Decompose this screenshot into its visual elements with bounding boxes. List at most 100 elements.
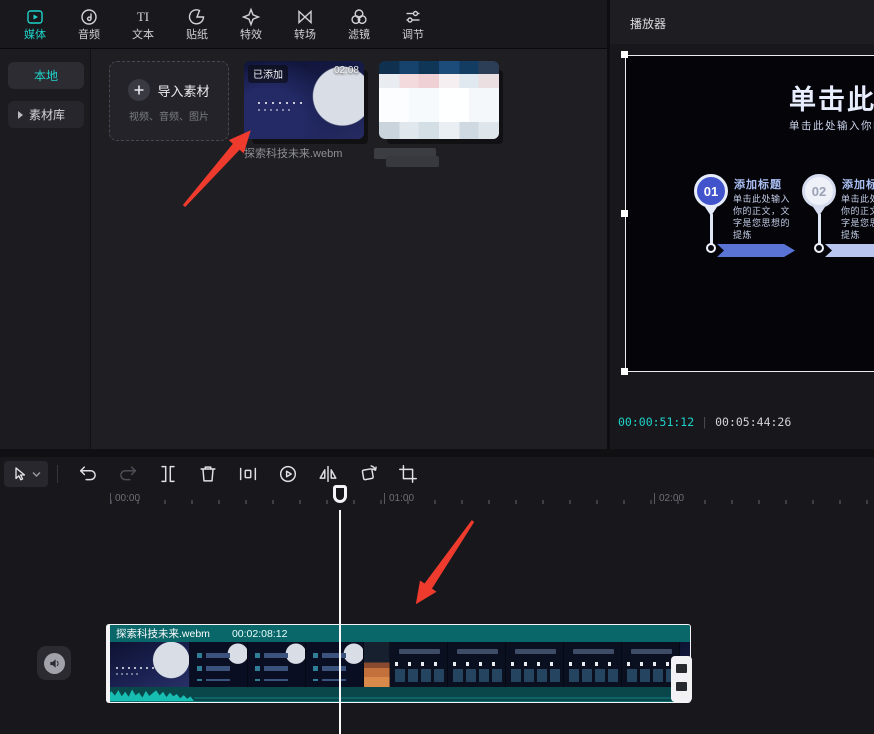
tab-effects-label: 特效: [240, 30, 262, 41]
clip-trim-handle-right[interactable]: [671, 656, 692, 702]
import-subtitle: 视频、音频、图片: [129, 108, 209, 123]
sticker-icon: [187, 7, 207, 27]
thumbnail-duration: 02:08: [334, 65, 359, 76]
timecode-display: 00:00:51:12 | 00:05:44:26: [618, 415, 791, 429]
timeline-clip[interactable]: 探索科技未来.webm 00:02:08:12: [107, 624, 691, 703]
tab-text[interactable]: TI 文本: [116, 0, 170, 48]
import-title: 导入素材: [157, 81, 209, 100]
marker-dot: [706, 243, 716, 253]
undo-button[interactable]: [76, 462, 100, 486]
tab-audio[interactable]: 音频: [62, 0, 116, 48]
clip-filmstrip: [108, 642, 690, 687]
mosaic-row: [379, 74, 499, 87]
timeline-panel: 00:00 01:00 02:00 探索科技未来.webm 00:02:08:1…: [0, 449, 874, 734]
split-button[interactable]: [156, 462, 180, 486]
tab-audio-label: 音频: [78, 30, 100, 41]
preview-canvas[interactable]: 单击此处 单击此处输入你的 01 添加标题 单击此处输入你的正文，文字是您思想的…: [625, 55, 874, 372]
svg-text:TI: TI: [137, 9, 149, 24]
preview-resize-handle[interactable]: [621, 368, 628, 375]
crop-button[interactable]: [396, 462, 420, 486]
track-mute-button[interactable]: [37, 646, 71, 680]
tab-filter-label: 滤镜: [348, 30, 370, 41]
marker-pin: 01: [694, 174, 728, 208]
tab-adjust-label: 调节: [402, 30, 424, 41]
preview-heading: 单击此处: [789, 78, 874, 117]
marker-pin: 02: [802, 174, 836, 208]
redo-button[interactable]: [116, 462, 140, 486]
tab-text-label: 文本: [132, 30, 154, 41]
film-frame: [564, 642, 622, 687]
tab-filter[interactable]: 滤镜: [332, 0, 386, 48]
media-panel: 导入素材 视频、音频、图片 已添加 02:08 探索科技未来.webm: [90, 49, 607, 449]
player-title: 播放器: [630, 15, 666, 32]
tab-transition-label: 转场: [294, 30, 316, 41]
time-separator: |: [701, 415, 708, 429]
tab-media-label: 媒体: [24, 30, 46, 41]
ruler-label: 01:00: [384, 493, 414, 504]
sidebar-library-label: 素材库: [29, 106, 65, 123]
film-frame: [190, 642, 248, 687]
film-frame: [364, 642, 390, 687]
import-material-button[interactable]: 导入素材 视频、音频、图片: [109, 61, 229, 141]
plus-icon: [128, 79, 150, 101]
media-icon: [25, 7, 45, 27]
media-sidebar: 本地 素材库: [0, 49, 90, 449]
mosaic-row: [379, 61, 499, 74]
thumbnail-filename: 探索科技未来.webm: [244, 145, 374, 161]
clip-trim-handle-left[interactable]: [106, 624, 110, 703]
tab-media[interactable]: 媒体: [8, 0, 62, 48]
marker-dot: [814, 243, 824, 253]
text-icon: TI: [133, 7, 153, 27]
tab-effects[interactable]: 特效: [224, 0, 278, 48]
sidebar-item-local[interactable]: 本地: [8, 62, 84, 89]
effects-star-icon: [241, 7, 261, 27]
filter-icon: [349, 7, 369, 27]
reverse-button[interactable]: [276, 462, 300, 486]
ruler-ticks: [110, 500, 870, 504]
marker-chevron-banner: [717, 244, 795, 257]
sidebar-item-library[interactable]: 素材库: [8, 101, 84, 128]
timeline-ruler[interactable]: 00:00 01:00 02:00: [0, 490, 874, 510]
film-frame: [306, 642, 364, 687]
playhead-handle[interactable]: [333, 485, 347, 503]
ruler-label: 00:00: [110, 493, 140, 504]
clip-audio-waveform: [108, 687, 690, 701]
preview-resize-handle[interactable]: [621, 210, 628, 217]
select-tool-button[interactable]: [4, 461, 48, 487]
marker-chevron-banner: [825, 244, 874, 257]
media-thumbnail-video[interactable]: 已添加 02:08: [244, 61, 364, 139]
film-frame: [390, 642, 448, 687]
clip-duration: 00:02:08:12: [232, 628, 287, 640]
app-window: 媒体 音频 TI 文本 贴纸 特效: [0, 0, 874, 734]
tab-transition[interactable]: 转场: [278, 0, 332, 48]
preview-marker-02: 02 添加标题 单击此处输入你的正文，文字是您思想的提炼: [802, 174, 874, 274]
tab-adjust[interactable]: 调节: [386, 0, 440, 48]
freeze-frame-button[interactable]: [236, 462, 260, 486]
mirror-button[interactable]: [316, 462, 340, 486]
censored-filename-block: [386, 156, 439, 167]
player-header: 播放器: [610, 0, 874, 44]
film-frame: [108, 642, 190, 687]
rotate-button[interactable]: [356, 462, 380, 486]
player-panel: 播放器 单击此处 单击此处输入你的 01 添加标题 单击此处输入你的正文，文字是…: [610, 0, 874, 449]
tab-sticker-label: 贴纸: [186, 30, 208, 41]
preview-subheading: 单击此处输入你的: [789, 118, 874, 133]
playhead-line: [339, 510, 341, 734]
delete-button[interactable]: [196, 462, 220, 486]
mosaic-row: [379, 88, 499, 122]
transition-icon: [295, 7, 315, 27]
preview-resize-handle[interactable]: [621, 51, 628, 58]
chevron-down-icon: [32, 471, 41, 478]
toolbar-divider: [57, 465, 58, 483]
added-badge: 已添加: [248, 65, 288, 83]
speaker-icon: [44, 653, 65, 674]
tab-sticker[interactable]: 贴纸: [170, 0, 224, 48]
cursor-icon: [12, 466, 28, 482]
expand-arrow-icon: [18, 111, 23, 119]
marker-body: 单击此处输入你的正文，文字是您思想的提炼: [733, 193, 791, 241]
marker-line: [818, 214, 821, 246]
clip-header: 探索科技未来.webm 00:02:08:12: [108, 625, 690, 642]
media-thumbnail-censored[interactable]: [379, 61, 499, 139]
marker-title: 添加标题: [842, 176, 874, 192]
total-duration: 00:05:44:26: [715, 415, 791, 429]
